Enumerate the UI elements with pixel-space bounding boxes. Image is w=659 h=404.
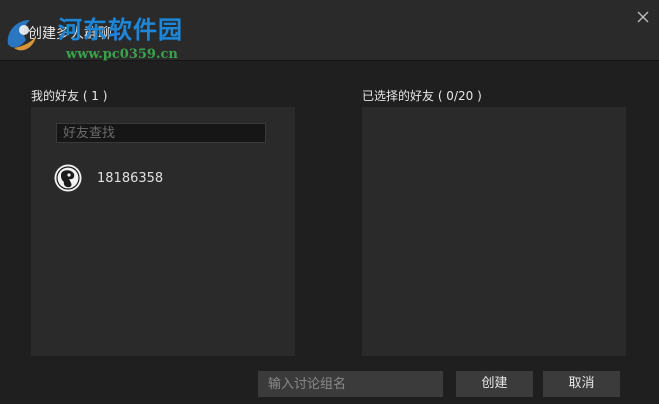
friend-name: 18186358 — [97, 171, 164, 186]
selected-friends-panel — [362, 107, 626, 356]
group-name-input[interactable] — [258, 371, 443, 397]
title-bar: 创建多人群聊 河东软件园 www.pc0359.cn — [0, 0, 659, 62]
friend-list-panel — [31, 107, 295, 356]
selected-friends-label: 已选择的好友 ( 0/20 ) — [362, 89, 482, 103]
create-button[interactable]: 创建 — [456, 371, 533, 397]
friend-search-input[interactable] — [56, 123, 266, 143]
watermark-site-name: 河东软件园 — [58, 15, 183, 44]
watermark-url: www.pc0359.cn — [66, 47, 178, 62]
close-icon[interactable] — [634, 8, 652, 26]
my-friends-label: 我的好友 ( 1 ) — [31, 89, 108, 103]
cancel-button[interactable]: 取消 — [543, 371, 620, 397]
watermark-logo-icon — [7, 20, 36, 51]
friend-list-item[interactable]: 18186358 — [52, 160, 282, 198]
user-avatar-icon — [54, 164, 82, 192]
